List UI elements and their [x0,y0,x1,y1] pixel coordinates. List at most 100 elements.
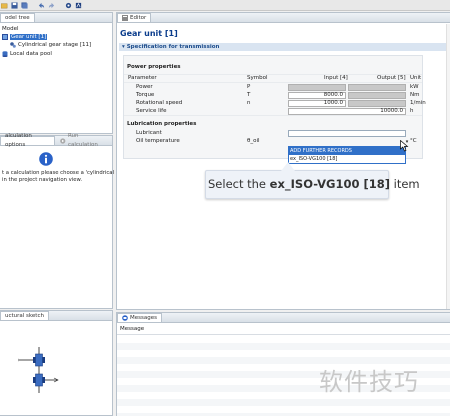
messages-panel: Messages Message 软件技巧 [116,312,450,416]
tab-calculation-options[interactable]: alculation options [0,133,56,148]
tab-structural-sketch-label: uctural sketch [5,312,44,319]
model-tree-panel: odel tree Model Gear unit [1] Cylindrica… [0,12,113,134]
editor-panel: Editor Gear unit [1] ▾ Specification for… [116,12,450,310]
watermark-text: 软件技巧 [319,368,419,396]
editor-icon [122,15,128,21]
editor-tabbar: Editor [117,13,450,23]
info-icon [39,152,53,166]
row-unit: kW [410,84,419,90]
tab-editor[interactable]: Editor [117,13,152,22]
specification-form: Power properties Parameter Symbol Input … [123,55,426,159]
main-toolbar [0,0,450,11]
lubricant-select[interactable] [288,129,406,137]
calculation-options-panel: alculation options Run calculation t a c… [0,133,114,309]
torque-input-field[interactable]: 8000.0 [288,91,346,99]
row-label: Lubricant [136,130,162,136]
tree-item-model[interactable]: Model [2,26,19,32]
callout-pointer-icon [281,162,295,171]
calculate-icon[interactable] [75,2,82,9]
section-header-label: Specification for transmission [126,44,220,50]
tab-run-calculation[interactable]: Run calculation [55,133,112,148]
lubricant-dropdown-list: ADD FURTHER RECORDS ex_ISO-VG100 [18] [288,146,406,164]
row-symbol: P [247,84,251,90]
tree-item-gear-unit-label: Gear unit [1] [10,34,48,40]
row-label: Power [136,84,153,90]
tab-model-tree-label: odel tree [5,14,30,21]
mouse-cursor-icon [400,140,409,152]
column-parameter: Parameter [128,75,157,81]
row-symbol: n [247,100,251,106]
sketch-tabbar: uctural sketch [0,311,112,321]
messages-icon [122,315,128,321]
structural-sketch-panel: uctural sketch [0,310,113,416]
model-tree-tabbar: odel tree [0,13,112,23]
calculation-info-message: t a calculation please choose a 'cylindr… [2,170,114,184]
gear-tool-icon[interactable] [65,2,72,9]
messages-column-header: Message [117,324,450,335]
tree-item-gear-unit[interactable]: Gear unit [1] [2,34,48,40]
tree-item-gear-stage-label: Cylindrical gear stage [11] [18,42,92,48]
power-input-field[interactable] [288,83,346,91]
gear-stage-icon [10,42,16,48]
table-row-speed: Rotational speed n 1000.0 1/min [124,99,426,107]
tab-structural-sketch[interactable]: uctural sketch [0,311,49,320]
gear-unit-icon [2,34,8,40]
table-row-lubricant: Lubricant [124,129,420,137]
column-symbol: Symbol [247,75,268,81]
tab-messages-label: Messages [130,314,157,321]
tab-calculation-options-label: alculation options [5,133,32,148]
speed-input-field[interactable]: 1000.0 [288,99,346,107]
column-input: Input [4] [324,75,348,81]
row-label: Service life [136,108,167,114]
speed-output-field[interactable] [348,99,406,107]
database-icon [2,51,8,57]
row-unit: 1/min [410,100,426,106]
lubrication-properties-heading: Lubrication properties [127,121,197,127]
redo-icon[interactable] [48,2,55,9]
section-header-transmission[interactable]: ▾ Specification for transmission [119,43,449,51]
row-label: Oil temperature [136,138,180,144]
gear-sketch-diagram [18,347,59,393]
power-properties-heading: Power properties [127,64,181,70]
column-unit: Unit [410,75,422,81]
tree-item-model-label: Model [2,26,19,32]
column-output: Output [5] [377,75,406,81]
dropdown-option-iso-vg100[interactable]: ex_ISO-VG100 [18] [289,155,405,163]
messages-tabbar: Messages [117,313,450,323]
power-output-field[interactable] [348,83,406,91]
row-unit: h [410,108,414,114]
tree-item-local-pool-label: Local data pool [10,51,52,57]
tree-item-local-pool[interactable]: Local data pool [2,51,52,57]
save-all-icon[interactable] [21,1,28,9]
row-unit: Nm [410,92,420,98]
callout-item-name: ex_ISO-VG100 [18] [269,177,390,191]
tree-item-gear-stage[interactable]: Cylindrical gear stage [11] [10,42,91,48]
open-folder-icon[interactable] [1,2,8,9]
tutorial-callout: Select the ex_ISO-VG100 [18] item [205,170,420,199]
editor-scrollbar[interactable] [446,24,450,309]
row-label: Rotational speed [136,100,183,106]
undo-icon[interactable] [38,2,45,9]
tab-run-calculation-label: Run calculation [67,133,98,148]
calc-message-line1: t a calculation please choose a 'cylindr… [2,170,115,176]
editor-title: Gear unit [1] [120,29,178,38]
table-row-torque: Torque T 8000.0 Nm [124,91,420,99]
table-row-power: Power P kW [124,83,420,91]
table-row-service-life: Service life 10000.0 h [124,107,420,115]
tab-editor-label: Editor [130,14,147,21]
service-life-field[interactable]: 10000.0 [288,107,406,115]
tab-messages[interactable]: Messages [117,313,162,322]
dropdown-option-add-records[interactable]: ADD FURTHER RECORDS [289,147,405,155]
row-symbol: θ_oil [247,138,260,144]
save-icon[interactable] [11,1,18,9]
row-label: Torque [136,92,155,98]
row-symbol: T [247,92,251,98]
table-header-row: Parameter Symbol Input [4] Output [5] Un… [124,74,422,82]
tab-model-tree[interactable]: odel tree [0,13,35,22]
messages-column-label: Message [120,326,145,332]
run-icon [60,138,66,144]
calculation-tabbar: alculation options Run calculation [0,133,112,148]
calc-message-line2: in the project navigation view. [2,177,82,183]
torque-output-field[interactable] [348,91,406,99]
callout-suffix: item [390,177,420,191]
